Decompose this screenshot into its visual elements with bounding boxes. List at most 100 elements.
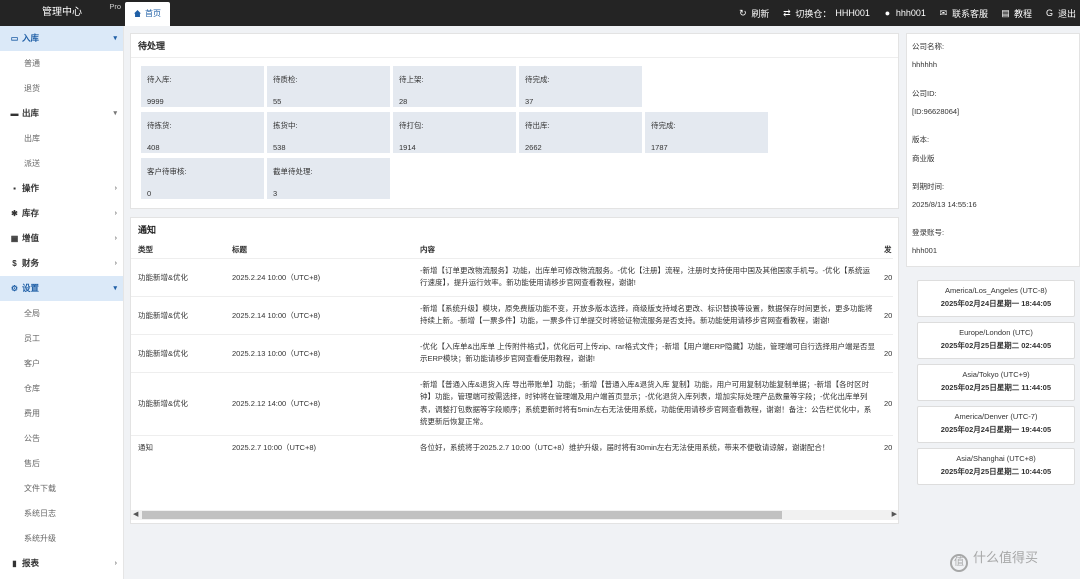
stat-card[interactable]: 拣货中: 538 xyxy=(267,112,390,153)
sidebar-item-label: 普通 xyxy=(24,59,40,68)
switch-warehouse-button[interactable]: ⇄ 切换仓： HHH001 xyxy=(782,7,870,20)
clock-timezone: America/Denver (UTC-7) xyxy=(954,412,1038,421)
dollar-icon: $ xyxy=(12,259,17,268)
sidebar-item-15[interactable]: 费用 xyxy=(0,401,123,426)
chevron-down-icon: ▾ xyxy=(113,285,117,292)
sidebar-item-19[interactable]: 系统日志 xyxy=(0,501,123,526)
sidebar-item-16[interactable]: 公告 xyxy=(0,426,123,451)
sidebar-item-2[interactable]: 退货 xyxy=(0,76,123,101)
stat-card[interactable]: 待完成: 37 xyxy=(519,66,642,107)
sidebar-item-12[interactable]: 员工 xyxy=(0,326,123,351)
user-menu[interactable]: ● hhh001 xyxy=(883,8,926,18)
sidebar-item-0[interactable]: ▭ 入库 ▾ xyxy=(0,26,123,51)
sidebar-item-6[interactable]: ▪ 操作 › xyxy=(0,176,123,201)
stat-value: 2662 xyxy=(525,143,542,152)
sidebar-item-label: 财务 xyxy=(22,258,40,268)
expire-value: 2025/8/13 14:55:16 xyxy=(912,200,977,209)
stock-icon: ✱ xyxy=(11,209,18,218)
sidebar-item-21[interactable]: ▮ 报表 › xyxy=(0,551,123,576)
sidebar-item-1[interactable]: 普通 xyxy=(0,51,123,76)
stat-card[interactable]: 待完成: 1787 xyxy=(645,112,768,153)
stat-card[interactable]: 待质检: 55 xyxy=(267,66,390,107)
support-button[interactable]: ✉ 联系客服 xyxy=(939,7,988,20)
clock-datetime: 2025年02月24日星期一 18:44:05 xyxy=(940,299,1052,308)
cell-extra: 20 xyxy=(884,371,893,435)
refresh-label: 刷新 xyxy=(751,8,770,19)
sidebar-item-4[interactable]: 出库 xyxy=(0,126,123,151)
table-row[interactable]: 功能新增&优化 2025.2.12 14:00（UTC+8) -新增【普通入库&退货… xyxy=(131,371,893,435)
col-title: 标题 xyxy=(232,245,247,255)
expire-label: 到期时间: xyxy=(912,182,945,191)
top-actions: ↻ 刷新 ⇄ 切换仓： HHH001 ● hhh001 ✉ 联系客服 ▤ 教程 G 退出 xyxy=(738,0,1080,26)
company-info-panel: 公司名称: hhhhhh 公司ID: [ID:96628064] 版本: 商业版… xyxy=(906,33,1080,267)
clock-datetime: 2025年02月25日星期二 11:44:05 xyxy=(940,383,1052,392)
cell-content: 各位好，系统将于2025.2.7 10:00（UTC+8）维护升级，届时将有30… xyxy=(413,434,884,460)
book-icon: ▤ xyxy=(1001,7,1010,18)
sidebar-item-18[interactable]: 文件下载 xyxy=(0,476,123,501)
sidebar-item-label: 库存 xyxy=(22,208,40,218)
horizontal-scrollbar[interactable]: ◀ ▶ xyxy=(131,510,898,520)
sidebar-item-label: 全局 xyxy=(24,309,40,318)
stat-card[interactable]: 待拣货: 408 xyxy=(141,112,264,153)
stat-value: 538 xyxy=(273,143,286,152)
table-row[interactable]: 功能新增&优化 2025.2.13 10:00（UTC+8) -优化【入库单&出库单… xyxy=(131,333,893,372)
sidebar-item-8[interactable]: ▦ 增值 › xyxy=(0,226,123,251)
stat-card[interactable]: 待打包: 1914 xyxy=(393,112,516,153)
pending-title: 待处理 xyxy=(131,34,898,58)
clock-datetime: 2025年02月24日星期一 19:44:05 xyxy=(940,425,1052,434)
scrollbar-thumb[interactable] xyxy=(142,511,782,519)
sidebar-item-label: 增值 xyxy=(22,233,40,243)
table-row[interactable]: 功能新增&优化 2025.2.24 10:00（UTC+8) -新增【订单更改物流服… xyxy=(131,257,893,296)
stat-value: 28 xyxy=(399,97,408,106)
stat-card[interactable]: 待出库: 2662 xyxy=(519,112,642,153)
brand-logo[interactable]: 管理中心 Pro xyxy=(0,0,124,26)
cell-extra: 20 xyxy=(884,295,893,334)
sidebar-item-7[interactable]: ✱ 库存 › xyxy=(0,201,123,226)
tab-home[interactable]: 首页 xyxy=(125,2,170,26)
logout-label: 退出 xyxy=(1057,8,1076,19)
scroll-right-icon[interactable]: ▶ xyxy=(892,510,897,520)
sidebar-item-3[interactable]: ▬ 出库 ▾ xyxy=(0,101,123,126)
stat-label: 待上架: xyxy=(399,75,424,84)
sidebar-item-11[interactable]: 全局 xyxy=(0,301,123,326)
sidebar-item-5[interactable]: 派送 xyxy=(0,151,123,176)
logout-button[interactable]: G 退出 xyxy=(1045,7,1076,20)
brand-title: 管理中心 xyxy=(42,7,82,18)
notice-card: 通知 类型 标题 内容 发 功能新增&优化 2025.2.24 10:00（UTC… xyxy=(130,217,899,524)
stat-card[interactable]: 待入库: 9999 xyxy=(141,66,264,107)
sidebar-item-13[interactable]: 客户 xyxy=(0,351,123,376)
cell-content: -新增【系统升级】模块，原免费版功能不变，开放多版本选择，商级版支持域名更改、标… xyxy=(413,295,884,334)
stat-card[interactable]: 待上架: 28 xyxy=(393,66,516,107)
sidebar-item-label: 公告 xyxy=(24,434,40,443)
stat-value: 55 xyxy=(273,97,282,106)
table-row[interactable]: 通知 2025.2.7 10:00（UTC+8) 各位好，系统将于2025.2.7 … xyxy=(131,434,893,460)
sidebar-item-label: 派送 xyxy=(24,159,40,168)
sidebar-item-label: 设置 xyxy=(22,283,40,293)
sidebar-item-10[interactable]: ⚙ 设置 ▾ xyxy=(0,276,123,301)
stat-label: 待拣货: xyxy=(147,121,172,130)
sidebar-item-label: 入库 xyxy=(22,33,40,43)
cell-title: 2025.2.7 10:00（UTC+8) xyxy=(225,434,413,460)
chevron-right-icon: › xyxy=(114,185,117,192)
stat-card[interactable]: 截单待处理: 3 xyxy=(267,158,390,199)
table-row[interactable]: 功能新增&优化 2025.2.14 10:00（UTC+8) -新增【系统升级】模块… xyxy=(131,295,893,334)
cell-type: 功能新增&优化 xyxy=(131,257,225,296)
sidebar-item-20[interactable]: 系统升级 xyxy=(0,526,123,551)
sidebar-item-14[interactable]: 仓库 xyxy=(0,376,123,401)
pro-badge: Pro xyxy=(109,2,121,11)
logout-icon: G xyxy=(1045,8,1053,18)
sidebar-item-9[interactable]: $ 财务 › xyxy=(0,251,123,276)
stat-card[interactable]: 客户待审核: 0 xyxy=(141,158,264,199)
sidebar-item-17[interactable]: 售后 xyxy=(0,451,123,476)
scroll-left-icon[interactable]: ◀ xyxy=(133,510,138,520)
stat-label: 待打包: xyxy=(399,121,424,130)
user-name: hhh001 xyxy=(895,8,926,18)
stat-label: 客户待审核: xyxy=(147,167,187,176)
watermark-text: 什么值得买 xyxy=(973,550,1039,565)
timezone-clock: America/Denver (UTC-7) 2025年02月24日星期一 19:… xyxy=(917,406,1075,443)
cell-title: 2025.2.12 14:00（UTC+8) xyxy=(225,371,413,435)
sidebar-item-label: 员工 xyxy=(24,334,40,343)
refresh-button[interactable]: ↻ 刷新 xyxy=(738,7,769,20)
sidebar: ▭ 入库 ▾ 普通 退货 ▬ 出库 ▾ 出库 派送 ▪ 操作 › ✱ 库存 › ▦ 增值 › $ 财务 › ⚙ 设置 ▾ 全局 员工… xyxy=(0,26,124,579)
tutorial-button[interactable]: ▤ 教程 xyxy=(1001,7,1032,20)
